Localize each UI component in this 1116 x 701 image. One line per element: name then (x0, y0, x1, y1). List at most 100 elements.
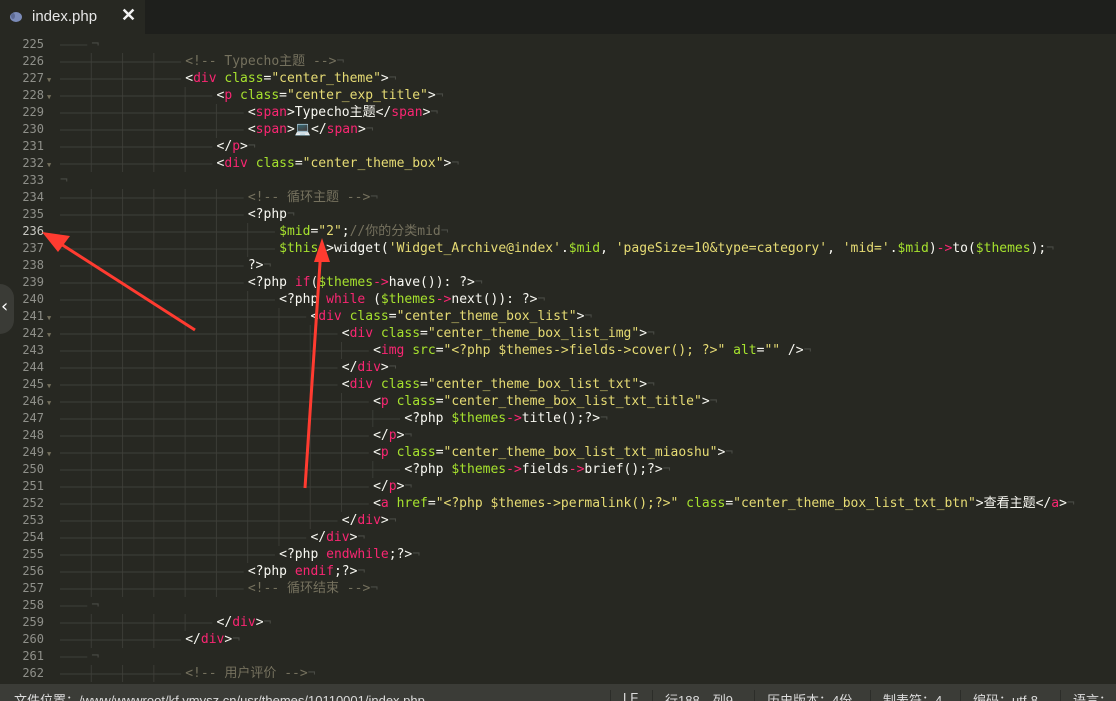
code-line[interactable]: 253 </div>¬ (0, 512, 1116, 529)
code-line[interactable]: 239 <?php if($themes->have()): ?>¬ (0, 274, 1116, 291)
code-line[interactable]: 234 <!-- 循环主题 -->¬ (0, 189, 1116, 206)
line-number[interactable]: 237 (0, 240, 44, 257)
code-line[interactable]: 260 </div>¬ (0, 631, 1116, 648)
code-line[interactable]: 245 ▼ <div class="center_theme_box_list_t… (0, 376, 1116, 393)
code-token: p (380, 394, 389, 409)
line-number[interactable]: 236 (0, 223, 44, 240)
code-line[interactable]: 229 <span>Typecho主题</span>¬ (0, 104, 1116, 121)
code-line[interactable]: 247 <?php $themes->title();?>¬ (0, 410, 1116, 427)
fold-arrow-icon[interactable]: ▼ (47, 94, 51, 101)
line-number[interactable]: 256 (0, 563, 44, 580)
line-number[interactable]: 227 (0, 70, 44, 87)
line-number[interactable]: 226 (0, 53, 44, 70)
code-line[interactable]: 238 ?>¬ (0, 257, 1116, 274)
code-line[interactable]: 258 ¬ (0, 597, 1116, 614)
line-number[interactable]: 259 (0, 614, 44, 631)
line-number[interactable]: 261 (0, 648, 44, 665)
encoding[interactable]: 编码：utf-8 (960, 690, 1038, 701)
fold-arrow-icon[interactable]: ▼ (47, 162, 51, 169)
line-number[interactable]: 230 (0, 121, 44, 138)
code-line[interactable]: 246 ▼ <p class="center_theme_box_list_txt… (0, 393, 1116, 410)
line-number[interactable]: 262 (0, 665, 44, 682)
fold-arrow-icon[interactable]: ▼ (47, 451, 51, 458)
line-number[interactable]: 229 (0, 104, 44, 121)
code-line[interactable]: 255 <?php endwhile;?>¬ (0, 546, 1116, 563)
line-end-marker: ¬ (474, 275, 483, 290)
line-ending[interactable]: LF (610, 690, 638, 701)
line-number[interactable]: 251 (0, 478, 44, 495)
code-line[interactable]: 250 <?php $themes->fields->brief();?>¬ (0, 461, 1116, 478)
code-line[interactable]: 243 <img src="<?php $themes->fields->cov… (0, 342, 1116, 359)
code-editor[interactable]: 225 ¬ 226 <!-- Typecho主题 -->¬ 227 ▼ <div cl… (0, 34, 1116, 684)
code-line[interactable]: 244 </div>¬ (0, 359, 1116, 376)
line-number[interactable]: 244 (0, 359, 44, 376)
fold-arrow-icon[interactable]: ▼ (47, 383, 51, 390)
fold-arrow-icon[interactable]: ▼ (47, 77, 51, 84)
code-line[interactable]: 261 ¬ (0, 648, 1116, 665)
code-line[interactable]: 257 <!-- 循环结束 -->¬ (0, 580, 1116, 597)
line-number[interactable]: 231 (0, 138, 44, 155)
code-line[interactable]: 235 <?php¬ (0, 206, 1116, 223)
code-line[interactable]: 230 <span>💻</span>¬ (0, 121, 1116, 138)
line-number[interactable]: 252 (0, 495, 44, 512)
code-text: <div class="center_theme">¬ (60, 70, 396, 87)
code-line[interactable]: 262 <!-- 用户评价 -->¬ (0, 665, 1116, 682)
line-number[interactable]: 247 (0, 410, 44, 427)
code-line[interactable]: 251 </p>¬ (0, 478, 1116, 495)
line-number[interactable]: 254 (0, 529, 44, 546)
tab-index-php[interactable]: index.php ✕ (0, 0, 145, 34)
code-line[interactable]: 242 ▼ <div class="center_theme_box_list_i… (0, 325, 1116, 342)
line-number[interactable]: 249 (0, 444, 44, 461)
line-number[interactable]: 253 (0, 512, 44, 529)
code-text: <span>💻</span>¬ (60, 121, 374, 138)
history-versions[interactable]: 历史版本：4份 (754, 690, 852, 701)
code-line[interactable]: 237 $this->widget('Widget_Archive@index'… (0, 240, 1116, 257)
line-number[interactable]: 257 (0, 580, 44, 597)
code-line[interactable]: 259 </div>¬ (0, 614, 1116, 631)
code-token: < (373, 496, 381, 511)
code-text: ¬ (60, 36, 99, 53)
language[interactable]: 语言： (1060, 690, 1112, 701)
code-line[interactable]: 249 ▼ <p class="center_theme_box_list_txt… (0, 444, 1116, 461)
code-line[interactable]: 226 <!-- Typecho主题 -->¬ (0, 53, 1116, 70)
line-number[interactable]: 250 (0, 461, 44, 478)
code-line[interactable]: 231 </p>¬ (0, 138, 1116, 155)
line-number[interactable]: 228 (0, 87, 44, 104)
cursor-position[interactable]: 行188，列9 (652, 690, 733, 701)
code-line[interactable]: 241 ▼ <div class="center_theme_box_list">… (0, 308, 1116, 325)
line-number[interactable]: 235 (0, 206, 44, 223)
code-line[interactable]: 228 ▼ <p class="center_exp_title">¬ (0, 87, 1116, 104)
code-line[interactable]: 254 </div>¬ (0, 529, 1116, 546)
code-token: -> (506, 411, 522, 426)
line-number[interactable]: 246 (0, 393, 44, 410)
code-line[interactable]: 232 ▼ <div class="center_theme_box">¬ (0, 155, 1116, 172)
tab-size[interactable]: 制表符：4 (870, 690, 942, 701)
line-number[interactable]: 258 (0, 597, 44, 614)
code-line[interactable]: 225 ¬ (0, 36, 1116, 53)
line-number[interactable]: 232 (0, 155, 44, 172)
fold-arrow-icon[interactable]: ▼ (47, 400, 51, 407)
code-line[interactable]: 248 </p>¬ (0, 427, 1116, 444)
code-line[interactable]: 236 $mid="2";//你的分类mid¬ (0, 223, 1116, 240)
code-line[interactable]: 252 <a href="<?php $themes->permalink();… (0, 495, 1116, 512)
line-number[interactable]: 243 (0, 342, 44, 359)
sidebar-toggle-button[interactable]: ‹ (0, 284, 14, 334)
code-line[interactable]: 240 <?php while ($themes->next()): ?>¬ (0, 291, 1116, 308)
line-number[interactable]: 225 (0, 36, 44, 53)
line-number[interactable]: 233 (0, 172, 44, 189)
code-line[interactable]: 227 ▼ <div class="center_theme">¬ (0, 70, 1116, 87)
line-end-marker: ¬ (1046, 241, 1055, 256)
fold-arrow-icon[interactable]: ▼ (47, 315, 51, 322)
line-number[interactable]: 234 (0, 189, 44, 206)
fold-arrow-icon[interactable]: ▼ (47, 332, 51, 339)
line-number[interactable]: 245 (0, 376, 44, 393)
code-line[interactable]: 256 <?php endif;?>¬ (0, 563, 1116, 580)
line-end-marker: ¬ (430, 105, 439, 120)
close-icon[interactable]: ✕ (121, 5, 136, 26)
line-number[interactable]: 238 (0, 257, 44, 274)
line-number[interactable]: 255 (0, 546, 44, 563)
code-line[interactable]: 233 ¬ (0, 172, 1116, 189)
line-number[interactable]: 260 (0, 631, 44, 648)
line-number[interactable]: 248 (0, 427, 44, 444)
